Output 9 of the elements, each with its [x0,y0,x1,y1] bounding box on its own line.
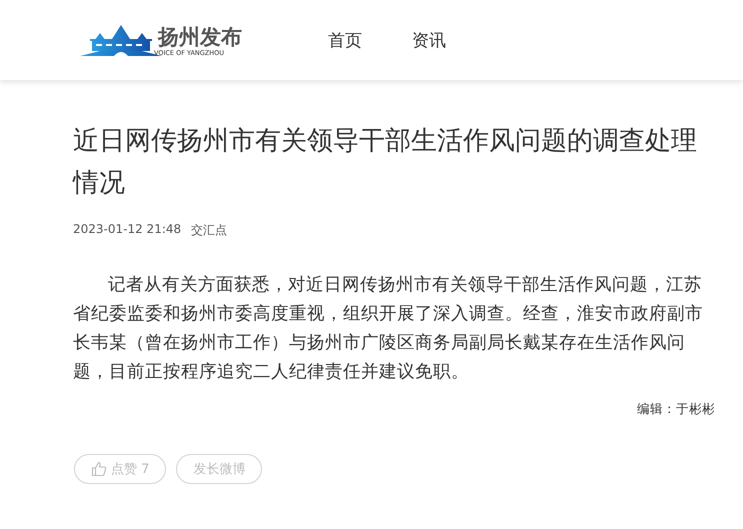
editor-credit: 编辑：于彬彬 [637,401,715,418]
nav-link[interactable]: 首页 [328,28,362,52]
nav-link[interactable]: 资讯 [412,28,446,52]
article-title: 近日网传扬州市有关领导干部生活作风问题的调查处理情况 [73,125,698,200]
thumbs-up-icon [91,461,107,477]
article-source: 交汇点 [191,222,228,239]
article-body: 记者从有关方面获悉，对近日网传扬州市有关领导干部生活作风问题，江苏省纪委监委和扬州市委高度重视，组织开展了深入调查。经查，淮安市政府副市长韦某（曾在扬州市工作）与扬州市广陵区商务局副局长戴某存在生活作风问题，目前正按程序追究二人纪律责任并建议免职。 [73,274,704,384]
publish-date: 2023-01-12 21:48 [73,222,182,238]
logo-title: 扬州发布 [158,25,242,49]
